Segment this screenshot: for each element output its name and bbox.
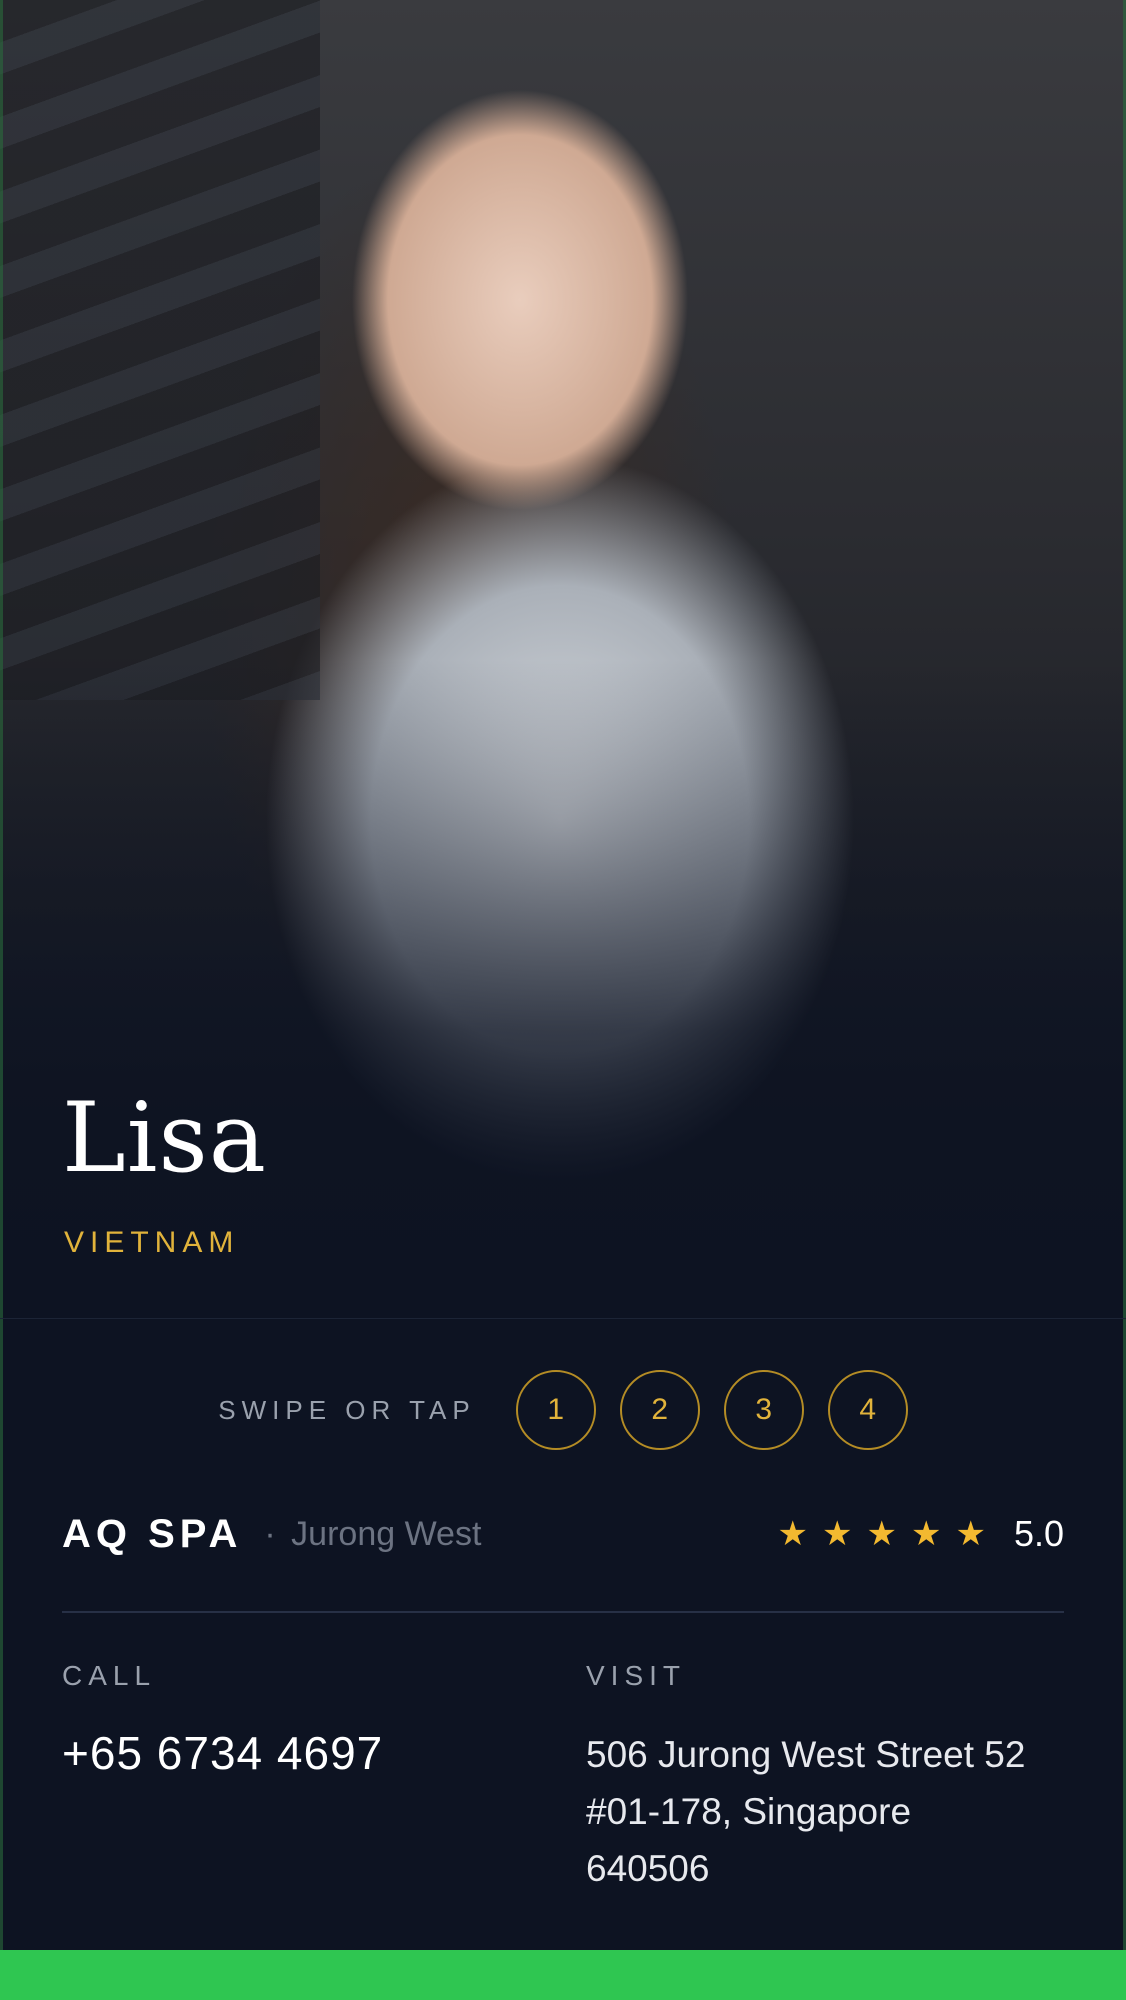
divider [0, 1318, 1126, 1319]
visit-section: VISIT 506 Jurong West Street 52 #01-178,… [586, 1660, 1066, 1897]
profile-card: Lisa VIETNAM SWIPE OR TAP 1 2 3 4 AQ SPA… [0, 0, 1126, 2000]
gallery-page-3[interactable]: 3 [723, 1370, 804, 1450]
swipe-label: SWIPE OR TAP [218, 1394, 476, 1425]
spa-separator: · [264, 1514, 276, 1553]
star-icon: ★ [822, 1515, 853, 1553]
phone-link[interactable]: +65 6734 4697 [62, 1726, 562, 1780]
spa-location: · Jurong West [264, 1515, 481, 1554]
rating-value: 5.0 [1013, 1513, 1064, 1554]
call-section: CALL +65 6734 4697 [62, 1660, 562, 1780]
gallery-page-2[interactable]: 2 [619, 1370, 700, 1450]
whatsapp-button[interactable] [0, 1950, 1126, 2000]
address-line-2: #01-178, Singapore [586, 1791, 912, 1832]
profile-name: Lisa [62, 1082, 267, 1194]
gallery-page-4[interactable]: 4 [827, 1370, 908, 1450]
divider [62, 1611, 1064, 1613]
address-line-1: 506 Jurong West Street 52 [586, 1734, 1026, 1775]
spa-location-text: Jurong West [291, 1514, 482, 1553]
star-icon: ★ [866, 1515, 897, 1553]
left-edge [0, 0, 3, 1950]
gallery-page-1[interactable]: 1 [515, 1370, 596, 1450]
visit-label: VISIT [586, 1660, 687, 1691]
star-icon: ★ [955, 1515, 986, 1553]
address-link[interactable]: 506 Jurong West Street 52 #01-178, Singa… [586, 1726, 1066, 1897]
gallery-pager: SWIPE OR TAP 1 2 3 4 [0, 1368, 1126, 1452]
spa-info: AQ SPA · Jurong West ★ ★ ★ ★ ★ 5.0 [62, 1504, 1064, 1564]
address-line-3: 640506 [586, 1848, 710, 1889]
rating: ★ ★ ★ ★ ★ 5.0 [764, 1513, 1064, 1555]
star-icon: ★ [777, 1515, 809, 1553]
star-icon: ★ [910, 1515, 942, 1553]
profile-country: VIETNAM [64, 1226, 240, 1259]
call-label: CALL [62, 1660, 157, 1691]
spa-name: AQ SPA [62, 1511, 243, 1556]
